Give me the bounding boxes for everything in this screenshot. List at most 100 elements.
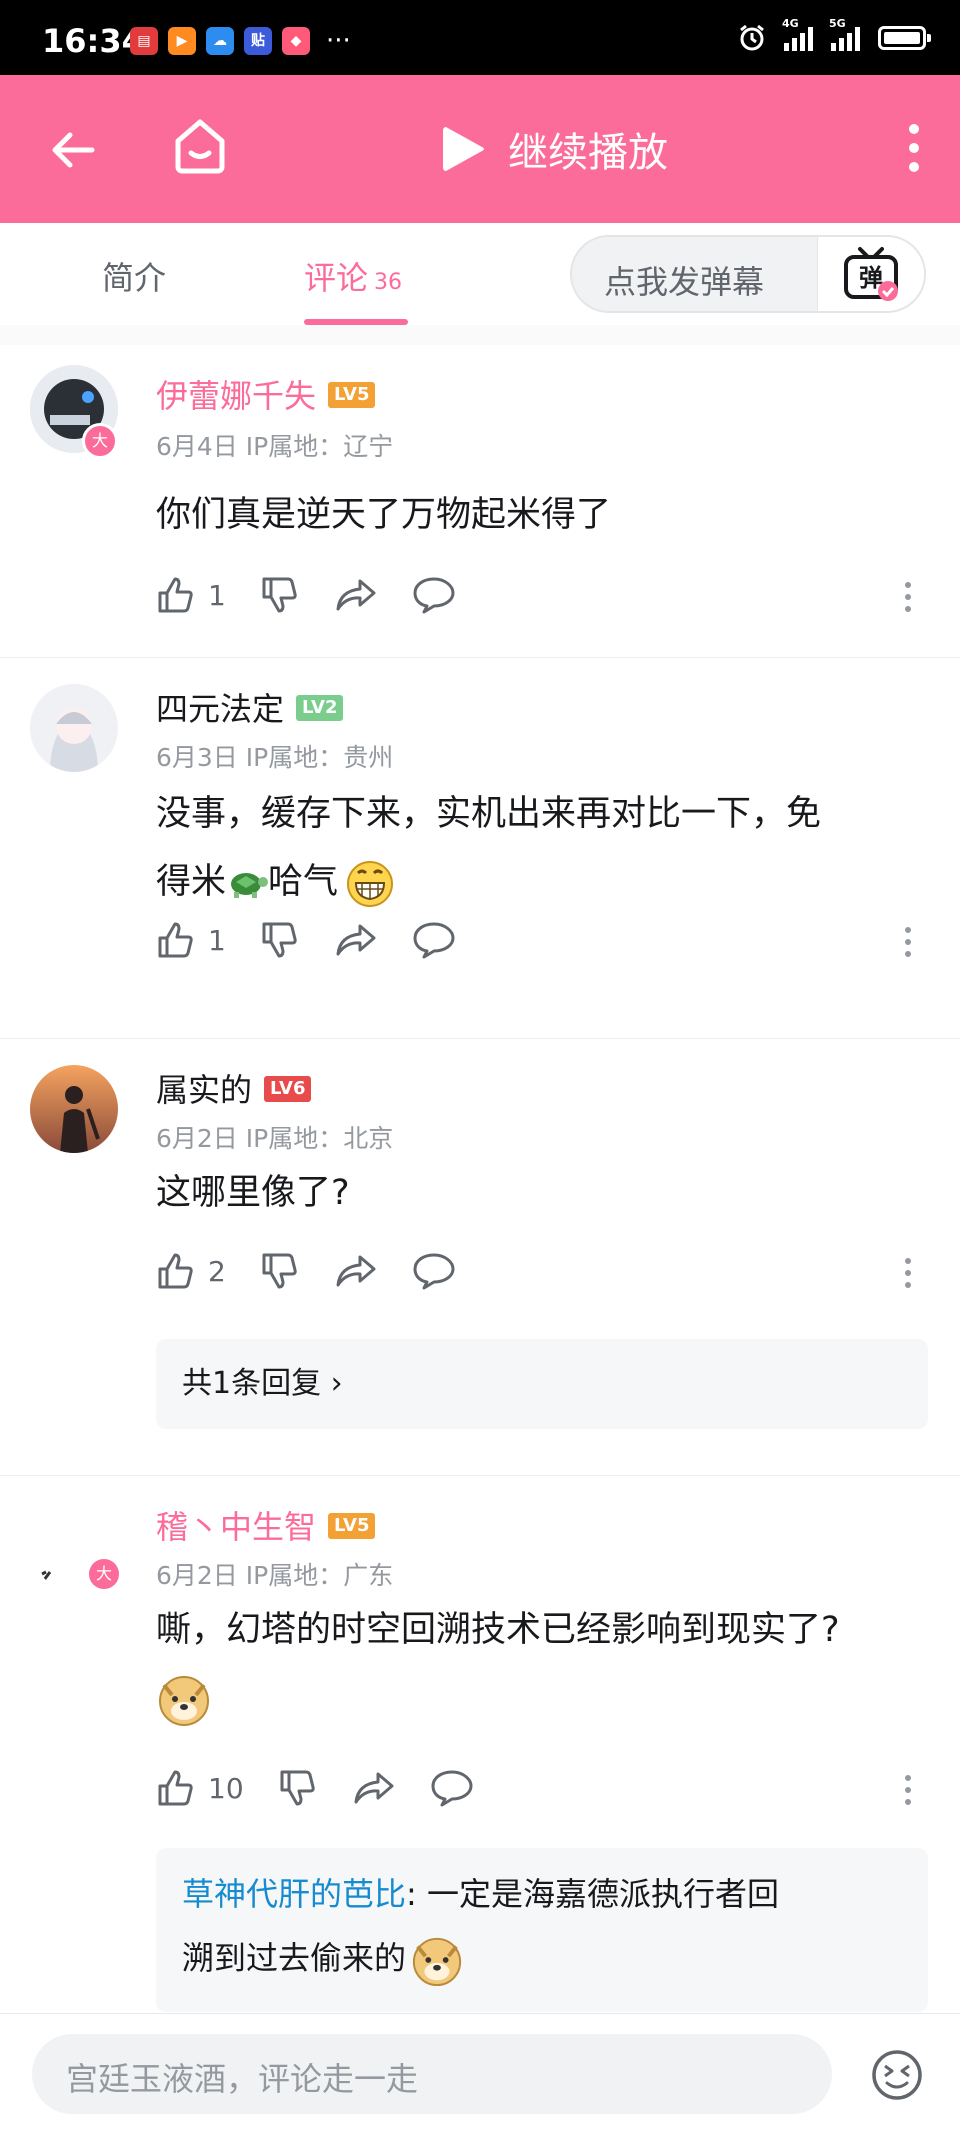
comment-meta: 6月2日 IP属地：广东 — [156, 1556, 393, 1592]
reply-bubble-icon — [431, 1770, 473, 1807]
more-notifications-icon: ··· — [326, 26, 351, 56]
level-badge: LV5 — [328, 1513, 376, 1539]
cloud-app-icon: ☁ — [206, 27, 234, 55]
view-replies-link[interactable]: 共1条回复 › — [156, 1339, 928, 1429]
comment-ip: IP属地：辽宁 — [245, 432, 394, 461]
like-button[interactable]: 2 — [156, 1251, 226, 1291]
comment-text: 没事，缓存下来，实机出来再对比一下，免 得米 哈气 — [156, 780, 926, 916]
reply-author[interactable]: 草神代肝的芭比 — [182, 1875, 406, 1913]
status-bar: 16:34 ▤ ▶ ☁ 贴 ◆ ··· 4G 5G — [0, 0, 960, 75]
reply-preview[interactable]: 草神代肝的芭比: 一定是海嘉德派执行者回 溯到过去偷来的 — [156, 1848, 928, 2012]
tab-comments[interactable]: 评论 36 — [304, 253, 402, 299]
comment-count: 36 — [374, 270, 403, 295]
tab-intro-label: 简介 — [102, 259, 167, 297]
reply-bubble-icon — [413, 922, 455, 959]
reply-button[interactable] — [412, 1251, 456, 1291]
like-count: 2 — [208, 1254, 226, 1288]
doge-emoji-icon — [412, 1937, 462, 1987]
comment-text-line1: 嘶，幻塔的时空回溯技术已经影响到现实了? — [156, 1610, 840, 1650]
like-button[interactable]: 1 — [156, 575, 226, 615]
share-icon — [336, 924, 376, 956]
comment-text-line2 — [156, 1664, 940, 1732]
comment-text-line2: 得米 哈气 — [156, 848, 926, 916]
comment-author[interactable]: 属实的 LV6 — [156, 1065, 312, 1111]
comment-item: 大 伊蕾娜千失 LV5 6月4日 IP属地：辽宁 你们真是逆天了万物起米得了 1 — [0, 345, 960, 658]
shop-app-icon: ◆ — [282, 27, 310, 55]
comment-meta: 6月3日 IP属地：贵州 — [156, 738, 393, 774]
reply-line1: 草神代肝的芭比: 一定是海嘉德派执行者回 — [182, 1862, 928, 1926]
level-badge: LV5 — [328, 382, 376, 408]
notification-icons: ▤ ▶ ☁ 贴 ◆ ··· — [130, 27, 351, 55]
like-button[interactable]: 10 — [156, 1768, 244, 1808]
comment-date: 6月3日 — [156, 743, 238, 772]
comment-meta: 6月2日 IP属地：北京 — [156, 1119, 393, 1155]
reply-text: 溯到过去偷来的 — [182, 1939, 407, 1977]
app-bar: 继续播放 — [0, 75, 960, 223]
news-app-icon: ▤ — [130, 27, 158, 55]
turtle-emoji-icon — [231, 873, 269, 898]
grinning-emoji-icon — [347, 861, 394, 907]
share-button[interactable] — [352, 1768, 396, 1808]
author-name: 属实的 — [156, 1071, 253, 1109]
comment-text-part: 得米 — [156, 862, 227, 902]
comment-more-icon[interactable] — [904, 581, 912, 613]
level-badge: LV6 — [264, 1076, 312, 1102]
more-options-icon[interactable] — [908, 123, 920, 173]
back-arrow-icon[interactable] — [48, 125, 98, 175]
content-tabs: 简介 评论 36 点我发弹幕 弹 — [0, 223, 960, 327]
video-app-icon: ▶ — [168, 27, 196, 55]
vip-badge: 大 — [86, 1556, 122, 1592]
avatar[interactable] — [30, 684, 118, 772]
comment-item: 四元法定 LV2 6月3日 IP属地：贵州 没事，缓存下来，实机出来再对比一下，免… — [0, 658, 960, 1039]
author-name: 稽丶中生智 — [156, 1508, 317, 1546]
comment-more-icon[interactable] — [904, 926, 912, 958]
home-icon[interactable] — [172, 117, 228, 175]
network-5g-label: 5G — [829, 17, 846, 30]
like-button[interactable]: 1 — [156, 920, 226, 960]
reply-button[interactable] — [412, 920, 456, 960]
status-indicators: 4G 5G — [738, 17, 931, 52]
danmaku-toggle-button[interactable]: 弹 — [817, 237, 924, 311]
share-button[interactable] — [334, 920, 378, 960]
comment-actions: 10 — [156, 1768, 508, 1808]
status-time: 16:34 — [42, 22, 144, 60]
tab-intro[interactable]: 简介 — [102, 253, 166, 299]
resume-play-button[interactable]: 继续播放 — [440, 120, 668, 178]
resume-play-label: 继续播放 — [508, 130, 668, 176]
reply-text: : 一定是海嘉德派执行者回 — [406, 1875, 779, 1913]
share-button[interactable] — [334, 575, 378, 615]
comment-author[interactable]: 伊蕾娜千失 LV5 — [156, 371, 376, 417]
comment-meta: 6月4日 IP属地：辽宁 — [156, 427, 393, 463]
comment-ip: IP属地：贵州 — [245, 743, 394, 772]
reply-line2: 溯到过去偷来的 — [182, 1926, 928, 1990]
comment-text-part: 哈气 — [268, 862, 339, 902]
danmaku-tv-icon: 弹 — [844, 247, 898, 301]
comment-author[interactable]: 四元法定 LV2 — [156, 684, 344, 730]
comment-item: 属实的 LV6 6月2日 IP属地：北京 这哪里像了? 2 共1条回复 › — [0, 1039, 960, 1476]
avatar-image — [30, 684, 118, 772]
share-button[interactable] — [334, 1251, 378, 1291]
vip-badge: 大 — [82, 423, 118, 459]
reply-button[interactable] — [430, 1768, 474, 1808]
dislike-button[interactable] — [260, 1251, 300, 1291]
thumbs-down-icon — [262, 922, 297, 958]
dislike-button[interactable] — [260, 920, 300, 960]
comment-author[interactable]: 稽丶中生智 LV5 — [156, 1502, 376, 1548]
dislike-button[interactable] — [260, 575, 300, 615]
signal-4g-icon: 4G — [782, 17, 813, 51]
signal-5g-icon: 5G — [829, 17, 860, 51]
emoji-picker-icon[interactable] — [870, 2048, 924, 2102]
comment-more-icon[interactable] — [904, 1257, 912, 1289]
comment-more-icon[interactable] — [904, 1774, 912, 1806]
comment-actions: 1 — [156, 575, 490, 615]
comment-input[interactable]: 宫廷玉液酒，评论走一走 — [32, 2034, 832, 2114]
author-name: 伊蕾娜千失 — [156, 377, 317, 415]
like-count: 1 — [208, 578, 226, 612]
danmaku-input[interactable]: 点我发弹幕 弹 — [570, 235, 926, 313]
avatar[interactable] — [30, 1065, 118, 1153]
dislike-button[interactable] — [278, 1768, 318, 1808]
reply-button[interactable] — [412, 575, 456, 615]
like-count: 1 — [208, 923, 226, 957]
like-count: 10 — [208, 1771, 244, 1805]
battery-icon — [878, 26, 931, 50]
